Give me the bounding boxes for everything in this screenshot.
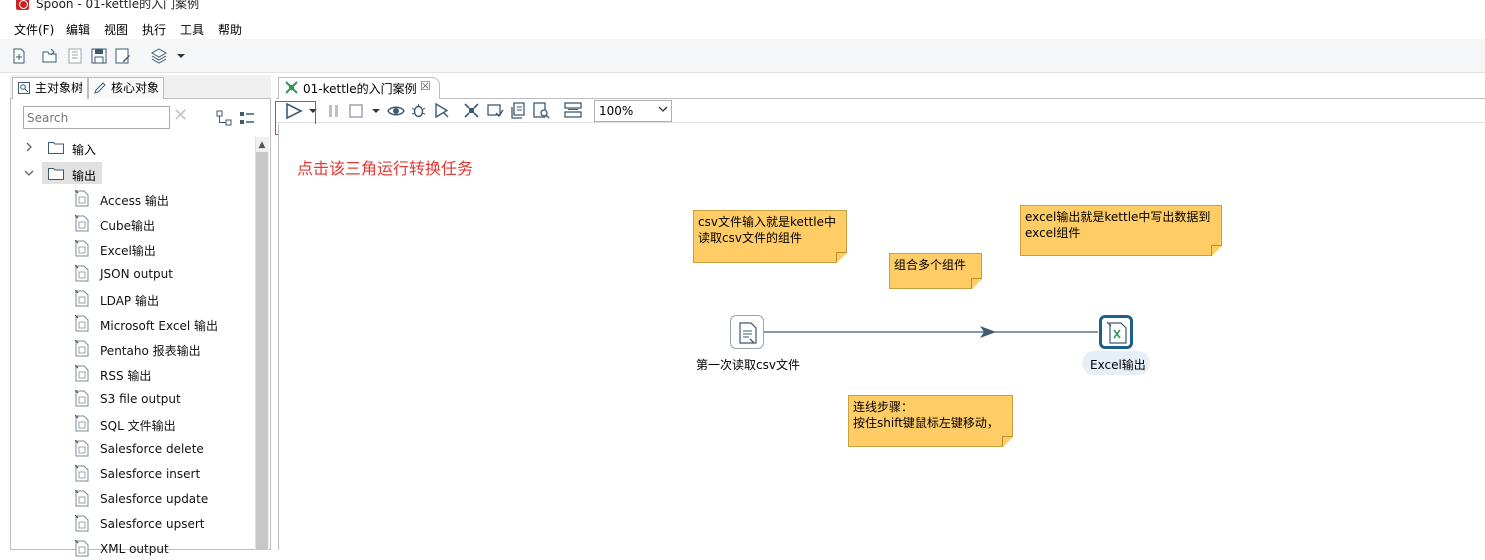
cube-output-icon xyxy=(74,214,89,232)
salesforce-delete-icon xyxy=(74,439,89,457)
folder-icon xyxy=(48,142,64,154)
tree-item-output[interactable]: Salesforce insert xyxy=(100,467,200,481)
tree-scrollbar-thumb[interactable] xyxy=(256,152,268,550)
transformation-icon xyxy=(285,81,298,94)
tab-main-object-tree[interactable]: 主对象树 xyxy=(12,77,89,99)
tree-item-output[interactable]: Excel输出 xyxy=(100,242,156,259)
excel-output-icon xyxy=(1106,321,1127,344)
pause-icon[interactable] xyxy=(327,104,341,118)
menu-view[interactable]: 视图 xyxy=(104,21,128,38)
tab-main-object-tree-label: 主对象树 xyxy=(35,81,84,95)
access-output-icon xyxy=(74,189,89,207)
new-file-icon[interactable] xyxy=(11,48,27,64)
tree-item-output[interactable]: S3 file output xyxy=(100,392,181,406)
main-toolbar xyxy=(0,39,1485,73)
menu-run[interactable]: 执行 xyxy=(142,21,166,38)
sql-icon[interactable] xyxy=(510,102,527,119)
search-input[interactable] xyxy=(23,106,170,129)
excel-output-icon xyxy=(74,239,89,257)
note-hop-instructions[interactable]: 连线步骤： 按住shift键鼠标左键移动， xyxy=(848,395,1013,447)
tree-item-output[interactable]: XML output xyxy=(100,542,169,556)
explore-repository-icon[interactable] xyxy=(67,48,83,64)
menu-tools[interactable]: 工具 xyxy=(180,21,204,38)
title-bar xyxy=(0,0,1485,14)
window-title: Spoon - 01-kettle的入门案例 xyxy=(36,0,200,11)
step-excel-output[interactable] xyxy=(1099,315,1133,349)
collapse-all-icon[interactable] xyxy=(239,110,255,126)
close-tab-icon[interactable]: ☒ xyxy=(420,79,431,93)
layers-dropdown-icon[interactable] xyxy=(177,52,185,60)
step-excel-output-label[interactable]: Excel输出 xyxy=(1090,356,1146,373)
salesforce-upsert-icon xyxy=(74,514,89,532)
tree-item-output[interactable]: Microsoft Excel 输出 xyxy=(100,317,218,334)
menu-bar: 文件(F) 编辑 视图 执行 工具 帮助 xyxy=(0,17,1485,39)
xml-output-icon xyxy=(74,539,89,557)
debug-icon[interactable] xyxy=(410,102,427,119)
salesforce-update-icon xyxy=(74,489,89,507)
editor-tab-bar xyxy=(276,75,1485,99)
scroll-up-icon[interactable]: ▲ xyxy=(256,139,268,151)
save-as-icon[interactable] xyxy=(115,48,131,64)
expand-all-icon[interactable] xyxy=(216,110,232,126)
note-csv-input[interactable]: csv文件输入就是kettle中 读取csv文件的组件 xyxy=(693,210,847,263)
salesforce-insert-icon xyxy=(74,464,89,482)
sql-file-output-icon xyxy=(74,414,89,432)
ms-excel-output-icon xyxy=(74,314,89,332)
stop-dropdown-icon[interactable] xyxy=(372,107,380,115)
preview-icon[interactable] xyxy=(387,103,405,119)
hop-arrow[interactable] xyxy=(764,322,1100,342)
tree-item-output[interactable]: Salesforce upsert xyxy=(100,517,204,531)
chevron-down-icon[interactable] xyxy=(24,168,34,178)
verify-icon[interactable] xyxy=(463,102,480,119)
tree-item-output[interactable]: Access 输出 xyxy=(100,192,169,209)
tree-item-output[interactable]: Cube输出 xyxy=(100,217,155,234)
search-icon xyxy=(18,82,30,94)
tab-transformation-label: 01-kettle的入门案例 xyxy=(303,82,417,96)
tab-core-objects-label: 核心对象 xyxy=(111,81,160,95)
menu-help[interactable]: 帮助 xyxy=(218,21,242,38)
save-icon[interactable] xyxy=(91,48,107,64)
tree-item-output[interactable]: RSS 输出 xyxy=(100,367,151,384)
s3-output-icon xyxy=(74,389,89,407)
explore-db-icon[interactable] xyxy=(533,102,550,119)
tree-item-output[interactable]: SQL 文件输出 xyxy=(100,417,176,434)
step-csv-input[interactable] xyxy=(730,315,764,349)
tab-core-objects[interactable]: 核心对象 xyxy=(88,77,165,99)
menu-file[interactable]: 文件(F) xyxy=(14,21,54,38)
json-output-icon xyxy=(74,264,89,282)
tree-folder-input-label: 输入 xyxy=(72,143,97,157)
note-excel-output[interactable]: excel输出就是kettle中写出数据到 excel组件 xyxy=(1020,205,1222,256)
tree-item-output[interactable]: Salesforce delete xyxy=(100,442,204,456)
tree-folder-input[interactable]: 输入 xyxy=(20,138,250,160)
show-results-icon[interactable] xyxy=(564,102,582,119)
pentaho-report-icon xyxy=(74,339,89,357)
clear-search-icon[interactable]: ✕ xyxy=(173,107,189,125)
run-annotation-text: 点击该三角运行转换任务 xyxy=(297,159,474,178)
chevron-right-icon[interactable] xyxy=(24,142,34,152)
chevron-down-icon[interactable] xyxy=(657,103,669,115)
open-file-icon[interactable] xyxy=(42,48,58,64)
ldap-output-icon xyxy=(74,289,89,307)
editor-toolbar xyxy=(276,99,1485,123)
note-combine-steps[interactable]: 组合多个组件 xyxy=(889,253,982,289)
pencil-icon xyxy=(94,82,106,94)
tree-item-output[interactable]: JSON output xyxy=(100,267,173,281)
rss-output-icon xyxy=(74,364,89,382)
stop-icon[interactable] xyxy=(349,104,363,118)
spoon-app-icon xyxy=(16,0,29,10)
tree-item-output[interactable]: Pentaho 报表输出 xyxy=(100,342,201,359)
impact-analysis-icon[interactable] xyxy=(487,102,504,119)
tree-item-output[interactable]: LDAP 输出 xyxy=(100,292,159,309)
menu-edit[interactable]: 编辑 xyxy=(66,21,90,38)
csv-input-icon xyxy=(739,322,757,344)
step-csv-input-label[interactable]: 第一次读取csv文件 xyxy=(696,356,800,373)
tree-folder-output[interactable]: 输出 xyxy=(20,162,250,184)
left-panel-tabs: 主对象树 核心对象 xyxy=(10,75,271,99)
replay-icon[interactable] xyxy=(433,102,450,119)
folder-icon xyxy=(48,168,64,180)
layers-icon[interactable] xyxy=(150,47,168,65)
tree-folder-output-label: 输出 xyxy=(72,169,97,183)
tree-item-output[interactable]: Salesforce update xyxy=(100,492,208,506)
